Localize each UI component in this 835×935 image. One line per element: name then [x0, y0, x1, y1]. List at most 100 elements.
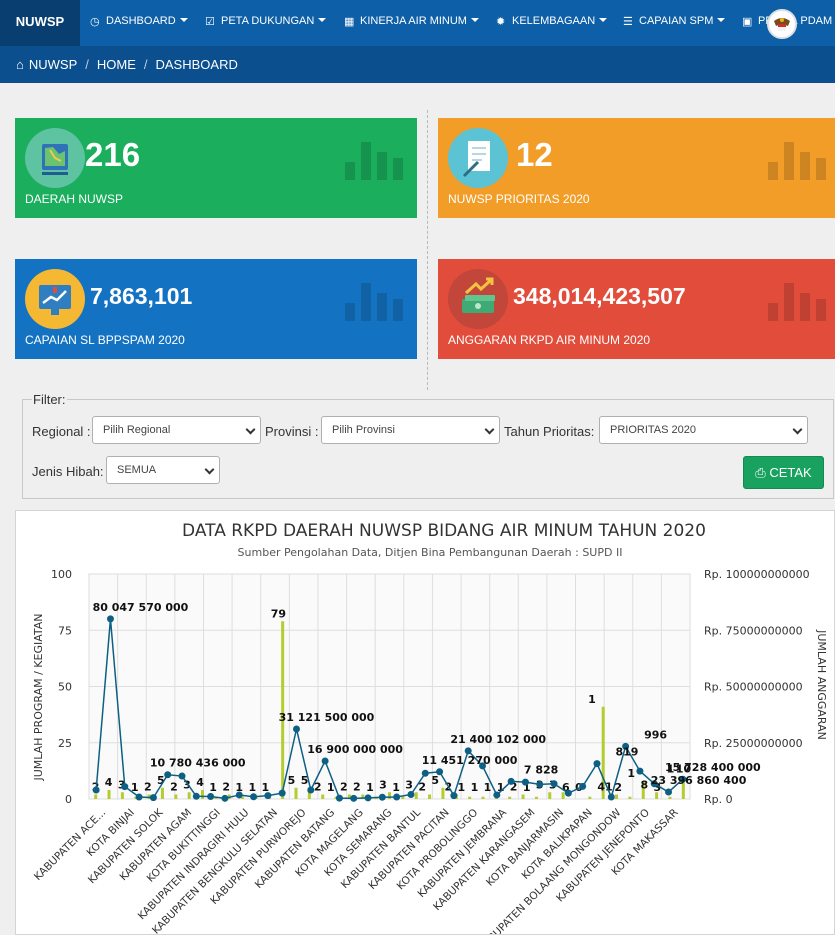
- map-icon: [25, 128, 85, 188]
- line-point: [92, 786, 100, 794]
- bar-mark: [294, 787, 298, 799]
- bar-data-label: 1: [209, 781, 217, 794]
- line-point: [636, 767, 644, 775]
- bar-data-label: 1: [392, 781, 400, 794]
- regional-select[interactable]: Pilih Regional: [92, 416, 261, 444]
- calendar-icon: ▦: [344, 16, 355, 28]
- stat-box-anggaran: 348,014,423,507 ANGGARAN RKPD AIR MINUM …: [438, 259, 835, 359]
- bar-mark: [94, 794, 98, 799]
- stat-value-capaian: 7,863,101: [90, 283, 193, 309]
- bar-data-label: 5: [431, 774, 439, 787]
- line-point: [507, 777, 515, 785]
- breadcrumb-home[interactable]: HOME: [97, 57, 136, 72]
- bar-mark: [187, 792, 191, 799]
- line-point: [421, 769, 429, 777]
- bar-data-label: 4: [105, 776, 113, 789]
- tahun-select-value: PRIORITAS 2020: [610, 424, 696, 436]
- bar-mark: [548, 792, 552, 799]
- line-data-label: 996: [644, 728, 667, 741]
- y-left-tick-label: 100: [51, 568, 72, 581]
- check-square-icon: ☑: [205, 16, 215, 28]
- bar-mark: [414, 792, 418, 799]
- stat-box-daerah: 216 DAERAH NUWSP: [15, 118, 417, 218]
- align-left-icon: ☰: [623, 16, 633, 28]
- breadcrumb-nuwsp[interactable]: NUWSP: [29, 57, 77, 72]
- caret-down-icon: [179, 18, 188, 22]
- bar-data-label: 1: [627, 767, 635, 780]
- nav-peta-dukungan[interactable]: ☑ PETA DUKUNGAN: [205, 0, 327, 46]
- chart-title: DATA RKPD DAERAH NUWSP BIDANG AIR MINUM …: [182, 521, 706, 541]
- bar-data-label: 3: [405, 778, 413, 791]
- line-point: [521, 778, 529, 786]
- breadcrumb-separator: /: [85, 57, 89, 72]
- line-data-label: 31 121 500 000: [279, 711, 375, 724]
- nav-kinerja-label: KINERJA AIR MINUM: [360, 15, 467, 27]
- y-left-tick-label: 25: [58, 737, 72, 750]
- stat-value-prioritas: 12: [516, 136, 553, 173]
- print-button[interactable]: ⎙ CETAK: [743, 456, 824, 489]
- nav-capaian-spm[interactable]: ☰ CAPAIAN SPM: [623, 0, 726, 46]
- line-point: [264, 792, 272, 800]
- y-left-tick-label: 75: [58, 624, 72, 637]
- hibah-select[interactable]: SEMUA: [106, 456, 220, 484]
- nav-dashboard-label: DASHBOARD: [106, 15, 176, 27]
- regional-select-value: Pilih Regional: [103, 424, 171, 436]
- breadcrumb: ⌂ NUWSP / HOME / DASHBOARD: [0, 46, 835, 83]
- nav-kelembagaan[interactable]: ✹ KELEMBAGAAN: [496, 0, 608, 46]
- stat-value-anggaran: 348,014,423,507: [513, 283, 686, 309]
- bar-mark: [120, 792, 124, 799]
- stat-label-daerah: DAERAH NUWSP: [25, 192, 124, 206]
- line-point: [450, 792, 458, 800]
- nav-dashboard[interactable]: ◷ DASHBOARD: [90, 0, 188, 46]
- stat-label-capaian: CAPAIAN SL BPPSPAM 2020: [25, 333, 185, 347]
- provinsi-label: Provinsi :: [265, 424, 319, 439]
- bar-mark: [201, 790, 205, 799]
- bar-data-label: 2: [353, 781, 361, 794]
- bar-data-label: 2: [222, 781, 230, 794]
- bar-data-label: 2: [170, 781, 178, 794]
- line-data-label: 10 780 436 000: [150, 757, 246, 770]
- bar-data-label: 1: [588, 693, 596, 706]
- print-icon: ⎙: [755, 465, 766, 480]
- top-navbar: NUWSP ◷ DASHBOARD ☑ PETA DUKUNGAN ▦ KINERJA…: [0, 0, 835, 46]
- line-point: [550, 780, 558, 788]
- bar-chart-icon: [768, 124, 830, 180]
- line-point: [564, 789, 572, 797]
- bar-mark: [321, 794, 325, 799]
- y-axis-left-label: JUMLAH PROGRAM / KEGIATAN: [32, 613, 45, 781]
- line-data-label: 21 400 102 000: [450, 733, 546, 746]
- nav-peta-dukungan-label: PETA DUKUNGAN: [221, 15, 315, 27]
- brand-logo-text[interactable]: NUWSP: [0, 0, 80, 46]
- y-right-tick-label: Rp. 25000000000: [704, 737, 803, 750]
- nav-kinerja-air-minum[interactable]: ▦ KINERJA AIR MINUM: [344, 0, 479, 46]
- line-point: [235, 791, 243, 799]
- bar-mark: [107, 790, 111, 799]
- line-data-label: 16 900 000 000: [307, 743, 403, 756]
- dashed-divider: [427, 110, 428, 390]
- bar-data-label: 5: [288, 774, 296, 787]
- filter-legend: Filter:: [32, 392, 67, 407]
- line-point: [135, 793, 143, 801]
- user-avatar[interactable]: [767, 9, 797, 39]
- bar-mark: [468, 796, 472, 799]
- stat-box-prioritas: 12 NUWSP PRIORITAS 2020: [438, 118, 835, 218]
- bar-mark: [401, 796, 405, 799]
- bar-mark: [534, 796, 538, 799]
- tahun-select[interactable]: PRIORITAS 2020: [599, 416, 808, 444]
- line-data-label: 7 828: [524, 763, 558, 776]
- square-icon: ▣: [742, 16, 753, 28]
- bar-data-label: 2: [144, 781, 152, 794]
- stat-label-anggaran: ANGGARAN RKPD AIR MINUM 2020: [448, 333, 651, 347]
- bar-data-label: 1: [248, 781, 256, 794]
- line-point: [493, 791, 501, 799]
- emblem-icon: [770, 12, 794, 36]
- line-point: [149, 794, 157, 802]
- provinsi-select[interactable]: Pilih Provinsi: [321, 416, 500, 444]
- bar-data-label: 3: [379, 778, 387, 791]
- bar-mark: [521, 794, 525, 799]
- line-point: [250, 793, 258, 801]
- bar-mark: [388, 792, 391, 799]
- bar-mark: [428, 794, 432, 799]
- line-point: [164, 771, 172, 779]
- y-right-tick-label: Rp. 100000000000: [704, 568, 810, 581]
